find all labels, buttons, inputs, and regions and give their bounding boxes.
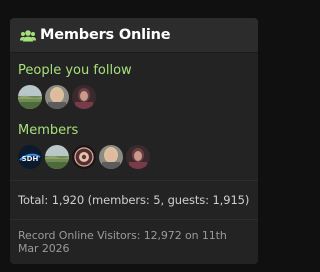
members-section: Members SDH — [10, 123, 258, 169]
following-avatar-list — [18, 85, 250, 109]
avatar-person-dark[interactable] — [72, 85, 96, 109]
record-online-visitors: Record Online Visitors: 12,972 on 11th M… — [18, 229, 227, 255]
widget-title[interactable]: Members Online — [40, 27, 171, 43]
members-avatar-list: SDH — [18, 145, 250, 169]
widget-header: Members Online — [10, 18, 258, 53]
people-you-follow-section: People you follow — [10, 63, 258, 109]
avatar-person-dark[interactable] — [126, 145, 150, 169]
members-heading[interactable]: Members — [18, 123, 250, 139]
people-you-follow-heading[interactable]: People you follow — [18, 63, 250, 79]
svg-text:SDH: SDH — [22, 155, 39, 163]
members-online-widget: Members Online People you follow Members… — [10, 18, 258, 264]
online-total: Total: 1,920 (members: 5, guests: 1,915) — [18, 193, 250, 207]
avatar-sdh-logo[interactable]: SDH — [18, 145, 42, 169]
avatar-landscape[interactable] — [18, 85, 42, 109]
avatar-person-blonde[interactable] — [45, 85, 69, 109]
users-icon — [20, 28, 36, 42]
avatar-person-blonde[interactable] — [99, 145, 123, 169]
avatar-landscape[interactable] — [45, 145, 69, 169]
avatar-emblem[interactable] — [72, 145, 96, 169]
